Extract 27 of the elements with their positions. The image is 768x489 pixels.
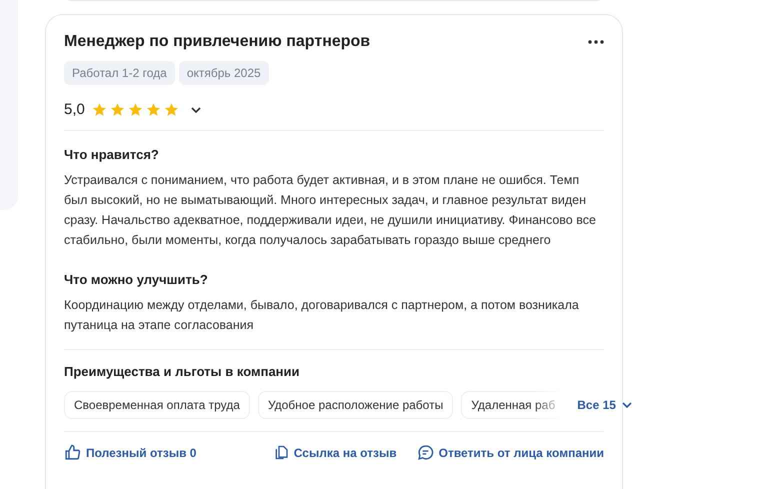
star-icon <box>164 102 179 117</box>
more-button[interactable] <box>588 40 604 44</box>
copy-icon <box>272 444 289 461</box>
reply-button[interactable]: Ответить от лица компании <box>416 444 604 461</box>
benefit-tag: Своевременная оплата труда <box>64 391 250 419</box>
chevron-icon <box>622 402 632 408</box>
more-icon <box>588 40 604 44</box>
review-title: Менеджер по привлечению партнеров <box>64 33 370 51</box>
chat-icon <box>416 444 434 461</box>
thumbs-up-icon <box>64 444 81 461</box>
star-icon <box>92 102 107 117</box>
helpful-button[interactable]: Полезный отзыв 0 <box>64 444 196 461</box>
star-icon <box>128 102 143 117</box>
star-icon <box>146 102 161 117</box>
review-text: Координацию между отделами, бывало, договаривался с партнером, а потом возникала путаница на этапе согласования <box>64 297 580 334</box>
chevron-icon <box>190 106 201 112</box>
rating-score: 5,0 <box>64 101 85 118</box>
copy-link-button[interactable]: Ссылка на отзыв <box>272 444 397 461</box>
tag: Работал 1-2 года <box>64 61 175 85</box>
review-text: Устраивался с пониманием, что работа будет активная, и в этом плане не ошибся. Темп был высокий, но не выматывающий. Много интересных задач, и главное результат виден сразу. Начальство адекватное, поддерживали идеи, не душили инициативу. Финансово все стабильно, были моменты, когда получалось зарабатывать гораздо выше среднего <box>64 172 597 249</box>
benefits-heading: Преимущества и льготы в компании <box>64 364 301 379</box>
section-heading: Что можно улучшить? <box>64 272 209 287</box>
star-icon <box>110 102 125 117</box>
tag: октябрь 2025 <box>178 61 269 85</box>
section-heading: Что нравится? <box>64 147 160 162</box>
show-all-button[interactable]: Все 15 <box>573 398 636 412</box>
benefit-tag: Удобное расположение работы <box>258 391 454 419</box>
